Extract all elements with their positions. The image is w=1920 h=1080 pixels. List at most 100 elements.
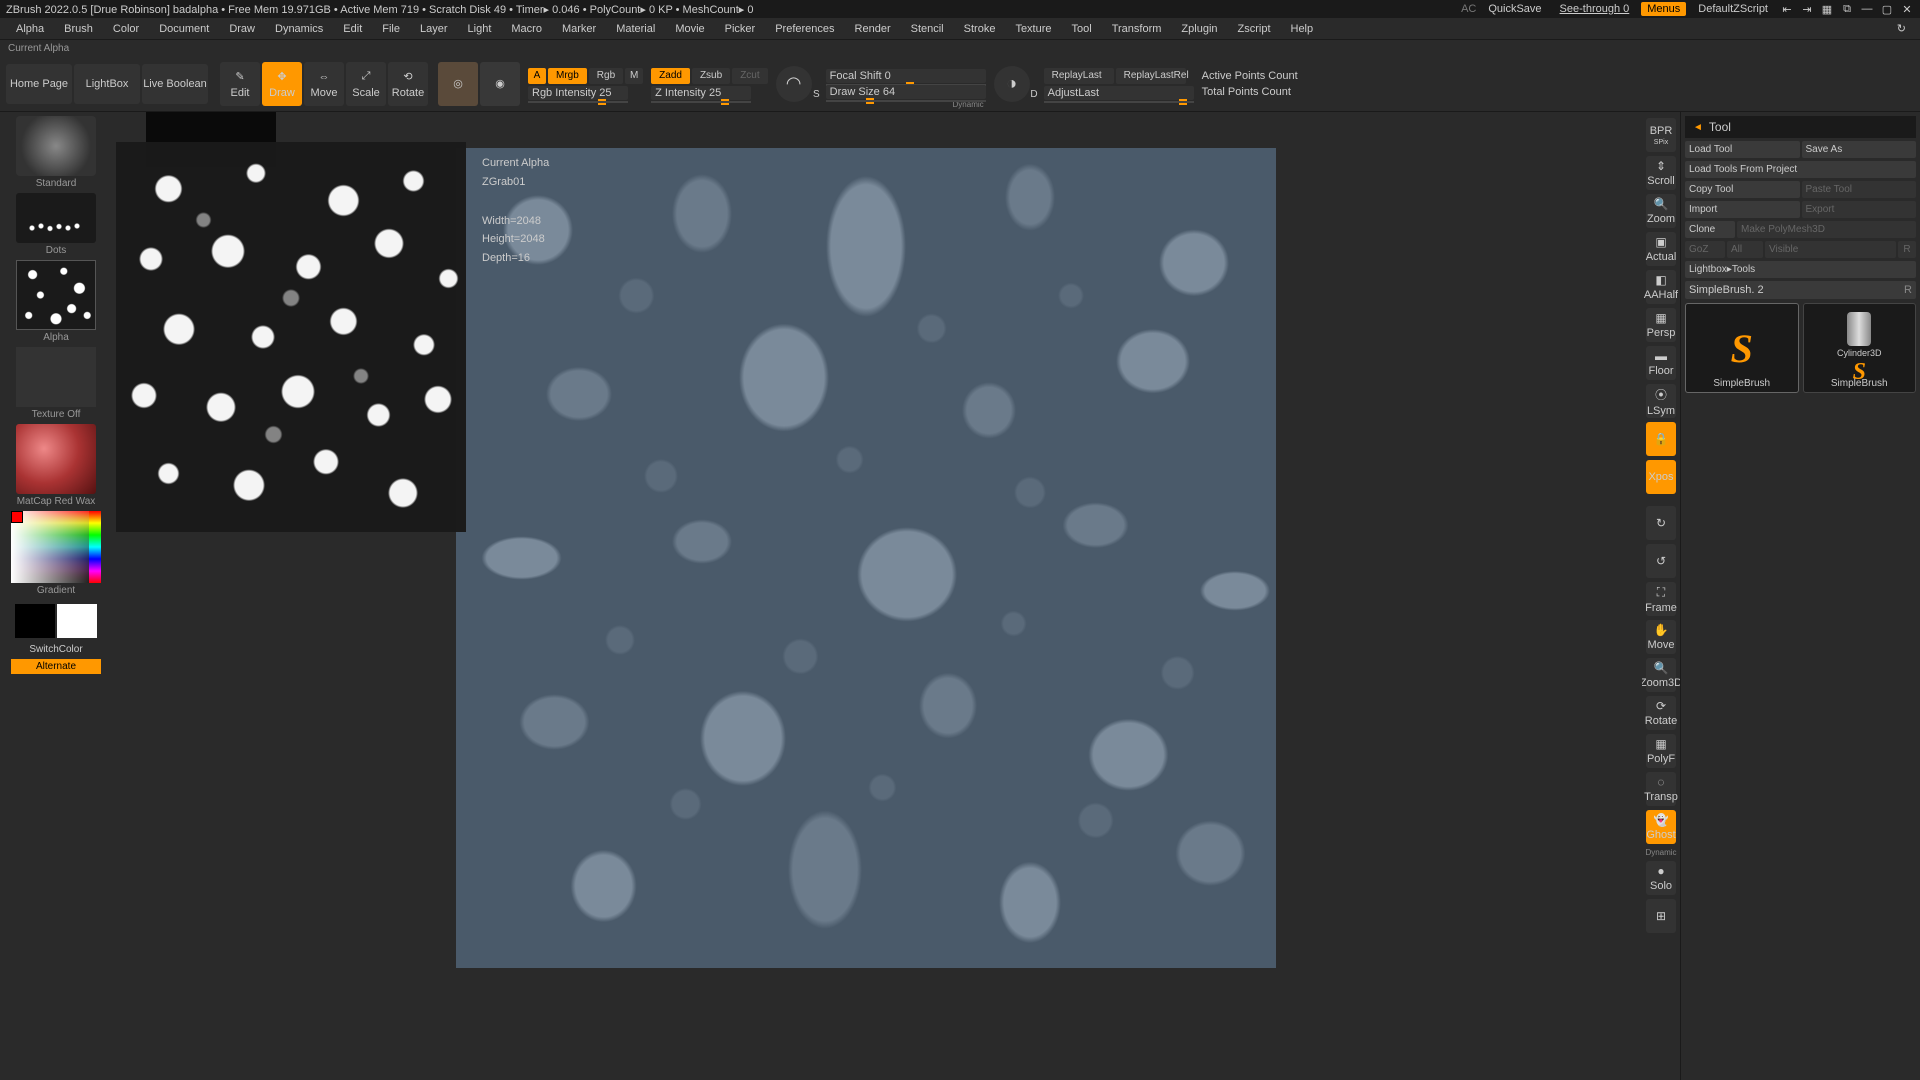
goz-r-button[interactable]: R [1898,241,1916,258]
import-button[interactable]: Import [1685,201,1800,218]
actual-button[interactable]: ▣Actual [1646,232,1676,266]
goz-button[interactable]: GoZ [1685,241,1725,258]
minimize-icon[interactable]: — [1860,3,1874,15]
menu-edit[interactable]: Edit [333,20,372,38]
bpr-button[interactable]: BPRSPix [1646,118,1676,152]
quicksave-button[interactable]: QuickSave [1482,2,1547,16]
menu-marker[interactable]: Marker [552,20,606,38]
homepage-button[interactable]: Home Page [6,64,72,104]
hue-bar[interactable] [89,511,101,583]
a-toggle[interactable]: A [528,68,546,84]
win-icon-1[interactable]: ⇤ [1780,3,1794,15]
draw-size-slider[interactable]: Draw Size 64Dynamic [826,85,986,99]
menu-stroke[interactable]: Stroke [954,20,1006,38]
canvas[interactable]: Current Alpha ZGrab01 Width=2048 Height=… [112,112,1642,1080]
rgb-toggle[interactable]: Rgb [589,68,623,84]
aahalf-button[interactable]: ◧AAHalf [1646,270,1676,304]
dynamic-circle-button[interactable]: ◑D [994,66,1030,102]
load-tool-button[interactable]: Load Tool [1685,141,1800,158]
paste-tool-button[interactable]: Paste Tool [1802,181,1917,198]
ghost-button[interactable]: 👻Ghost [1646,810,1676,844]
clone-button[interactable]: Clone [1685,221,1735,238]
menu-stencil[interactable]: Stencil [901,20,954,38]
size-circle-button[interactable]: ◠S [776,66,812,102]
refresh-icon[interactable]: ↻ [1889,19,1914,38]
gradient-label[interactable]: Gradient [37,585,75,596]
lightbox-tools-button[interactable]: Lightbox▸Tools [1685,261,1916,278]
make-polymesh-button[interactable]: Make PolyMesh3D [1737,221,1916,238]
move3d-button[interactable]: ✋Move [1646,620,1676,654]
menu-render[interactable]: Render [845,20,901,38]
m-toggle[interactable]: M [625,68,643,84]
floor-button[interactable]: ▬Floor [1646,346,1676,380]
zoom3d-button[interactable]: 🔍Zoom3D [1646,658,1676,692]
menu-material[interactable]: Material [606,20,665,38]
tool-name-field[interactable]: SimpleBrush. 2R [1685,281,1916,299]
win-icon-4[interactable]: ⧉ [1840,3,1854,15]
liveboolean-button[interactable]: Live Boolean [142,64,208,104]
alternate-button[interactable]: Alternate [11,659,101,674]
sculptris-button[interactable]: ◉ [480,62,520,106]
menu-dynamics[interactable]: Dynamics [265,20,333,38]
copy-tool-button[interactable]: Copy Tool [1685,181,1800,198]
menu-draw[interactable]: Draw [219,20,265,38]
menu-document[interactable]: Document [149,20,219,38]
tool-thumb-secondary[interactable]: Cylinder3D S SimpleBrush [1803,303,1917,393]
lsym-button[interactable]: ⦿LSym [1646,384,1676,418]
menu-texture[interactable]: Texture [1005,20,1061,38]
tool-panel-header[interactable]: Tool [1685,116,1916,138]
zoom-button[interactable]: 🔍Zoom [1646,194,1676,228]
polyf-button[interactable]: ▦PolyF [1646,734,1676,768]
menus-toggle[interactable]: Menus [1641,2,1686,16]
gizmo-button[interactable]: ◎ [438,62,478,106]
alpha-selector[interactable] [16,260,96,330]
secondary-color-swatch[interactable] [15,604,55,638]
scroll-button[interactable]: ⇕Scroll [1646,156,1676,190]
edit-mode-button[interactable]: ✎Edit [220,62,260,106]
menu-color[interactable]: Color [103,20,149,38]
switchcolor-button[interactable]: SwitchColor [29,644,82,655]
zadd-toggle[interactable]: Zadd [651,68,690,84]
frame-button[interactable]: ⛶Frame [1646,582,1676,616]
export-button[interactable]: Export [1802,201,1917,218]
z-intensity-slider[interactable]: Z Intensity 25 [651,86,751,100]
zcut-toggle[interactable]: Zcut [732,68,767,84]
default-zscript[interactable]: DefaultZScript [1692,2,1774,16]
replaylast-button[interactable]: ReplayLast [1044,68,1114,84]
persp-button[interactable]: ▦Persp [1646,308,1676,342]
material-selector[interactable] [16,424,96,494]
seethrough-slider[interactable]: See-through 0 [1554,2,1636,16]
menu-light[interactable]: Light [458,20,502,38]
menu-transform[interactable]: Transform [1102,20,1172,38]
goz-all-button[interactable]: All [1727,241,1763,258]
goz-visible-button[interactable]: Visible [1765,241,1896,258]
lock-button[interactable]: 🔒 [1646,422,1676,456]
adjustlast-slider[interactable]: AdjustLast [1044,86,1194,100]
mrgb-toggle[interactable]: Mrgb [548,68,587,84]
menu-tool[interactable]: Tool [1062,20,1102,38]
replaylastrel-button[interactable]: ReplayLastRel [1116,68,1186,84]
menu-alpha[interactable]: Alpha [6,20,54,38]
win-icon-3[interactable]: ▦ [1820,3,1834,15]
close-icon[interactable]: ✕ [1900,3,1914,15]
texture-selector[interactable] [16,347,96,407]
lightbox-button[interactable]: LightBox [74,64,140,104]
menu-macro[interactable]: Macro [501,20,552,38]
rotate-mode-button[interactable]: ⟲Rotate [388,62,428,106]
menu-zplugin[interactable]: Zplugin [1171,20,1227,38]
rot1-button[interactable]: ↻ [1646,506,1676,540]
primary-color-swatch[interactable] [57,604,97,638]
transp-button[interactable]: ◌Transp [1646,772,1676,806]
menu-preferences[interactable]: Preferences [765,20,844,38]
xpos-button[interactable]: Xpos [1646,460,1676,494]
menu-file[interactable]: File [372,20,410,38]
rendered-document[interactable] [456,148,1276,968]
menu-zscript[interactable]: Zscript [1228,20,1281,38]
menu-picker[interactable]: Picker [715,20,766,38]
draw-mode-button[interactable]: ✥Draw [262,62,302,106]
load-project-button[interactable]: Load Tools From Project [1685,161,1916,178]
move-mode-button[interactable]: ⇔Move [304,62,344,106]
brush-selector[interactable] [16,116,96,176]
menu-help[interactable]: Help [1281,20,1324,38]
menu-brush[interactable]: Brush [54,20,103,38]
